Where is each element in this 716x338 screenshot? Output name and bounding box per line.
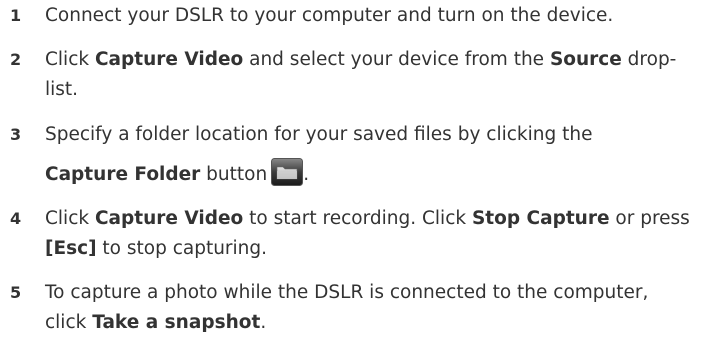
step-4-post: or press bbox=[609, 208, 690, 229]
step-3-line1: Specify a folder location for your saved… bbox=[45, 124, 593, 145]
folder-icon bbox=[271, 158, 304, 186]
capture-video-label: Capture Video bbox=[94, 208, 244, 229]
step-text: To capture a photo while the DSLR is con… bbox=[45, 278, 705, 338]
source-label: Source bbox=[549, 49, 622, 70]
esc-key-label: [Esc] bbox=[45, 238, 97, 259]
step-text: Connect your DSLR to your computer and t… bbox=[45, 1, 705, 31]
step-number: 5 bbox=[10, 283, 22, 302]
step-2-line2: list. bbox=[45, 79, 79, 100]
step-4-mid: to start recording. Click bbox=[243, 208, 472, 229]
step-3-line2: Capture Folder button . bbox=[45, 158, 705, 190]
step-text: Specify a folder location for your saved… bbox=[45, 120, 705, 190]
instruction-steps: 1 Connect your DSLR to your computer and… bbox=[0, 0, 716, 335]
step-2-pre: Click bbox=[45, 49, 95, 70]
step-3-post: button bbox=[200, 164, 268, 185]
step-2-post: drop- bbox=[621, 49, 677, 70]
step-text: Click Capture Video to start recording. … bbox=[45, 204, 705, 264]
step-number: 1 bbox=[10, 6, 22, 25]
step-4-pre: Click bbox=[45, 208, 95, 229]
step-number: 4 bbox=[10, 209, 22, 228]
step-5-end: . bbox=[260, 312, 267, 333]
step-3-end: . bbox=[303, 164, 310, 185]
stop-capture-label: Stop Capture bbox=[471, 208, 610, 229]
step-2-mid: and select your device from the bbox=[243, 49, 550, 70]
capture-folder-label: Capture Folder bbox=[45, 164, 201, 185]
step-5-line1: To capture a photo while the DSLR is con… bbox=[45, 282, 649, 303]
step-number: 3 bbox=[10, 125, 22, 144]
step-5-pre2: click bbox=[45, 312, 93, 333]
capture-video-label: Capture Video bbox=[94, 49, 244, 70]
step-text: Click Capture Video and select your devi… bbox=[45, 45, 705, 105]
take-snapshot-label: Take a snapshot bbox=[92, 312, 261, 333]
step-1-text: Connect your DSLR to your computer and t… bbox=[45, 5, 614, 26]
step-4-line2: to stop capturing. bbox=[96, 238, 268, 259]
step-number: 2 bbox=[10, 50, 22, 69]
